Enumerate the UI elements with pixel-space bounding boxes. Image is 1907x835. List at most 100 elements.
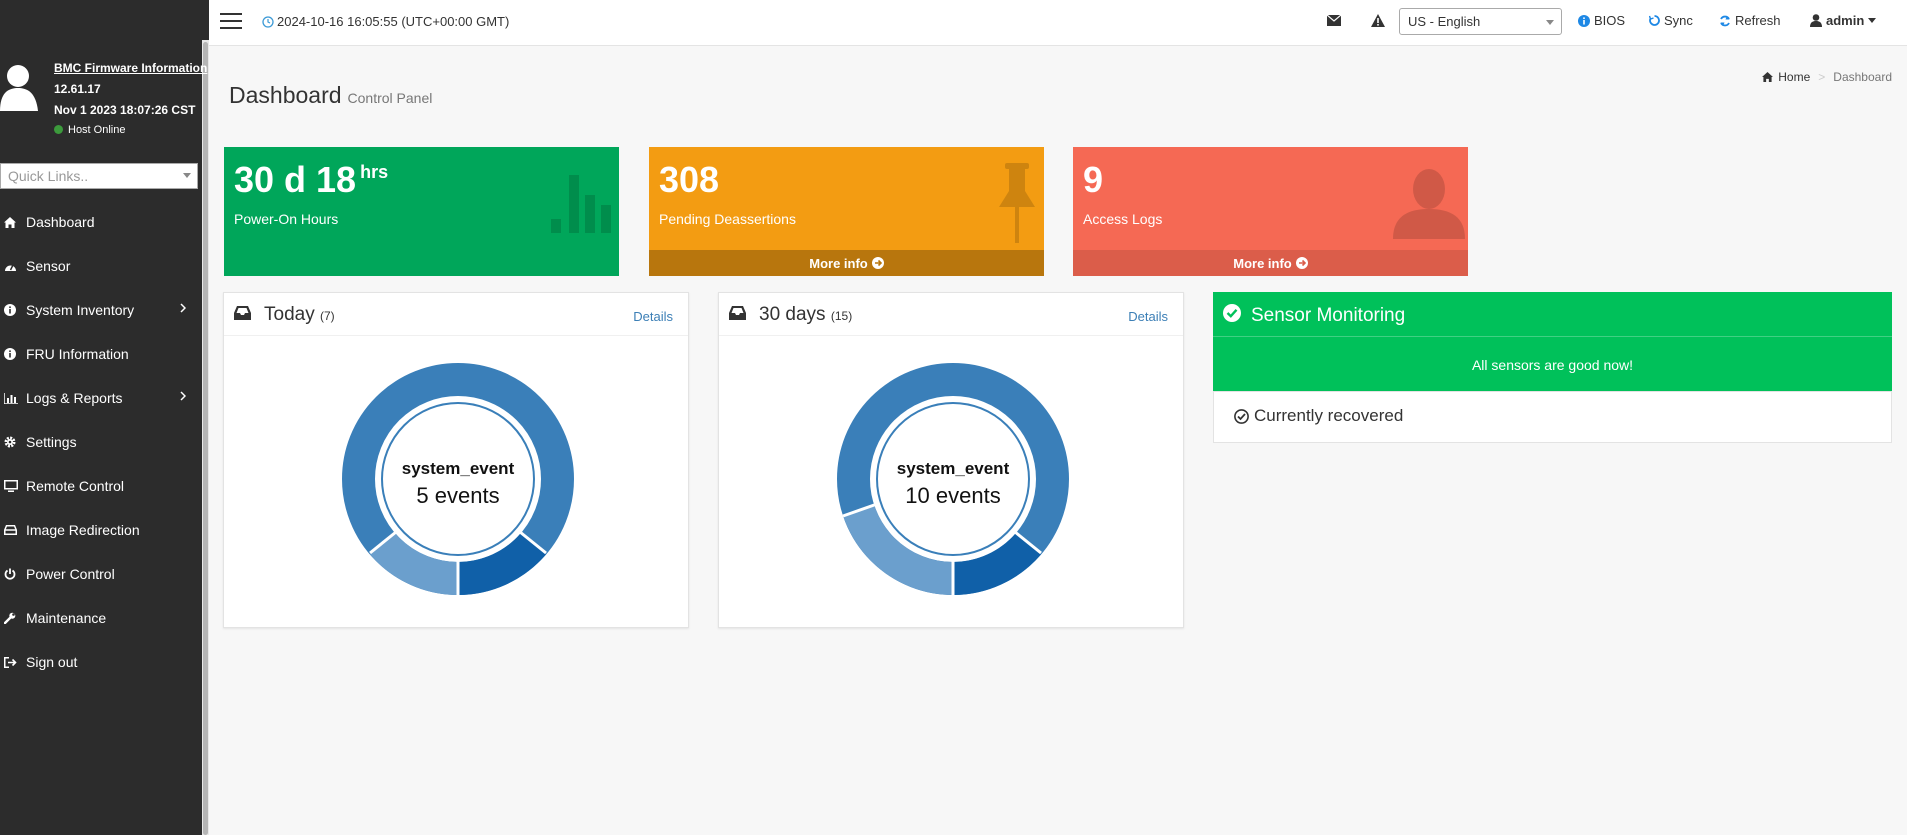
currently-recovered: Currently recovered [1234, 406, 1403, 426]
language-value: US - English [1408, 14, 1481, 29]
firmware-info-link[interactable]: BMC Firmware Information [54, 61, 207, 75]
today-details-link[interactable]: Details [633, 309, 673, 324]
breadcrumb-home-link[interactable]: Home [1778, 70, 1810, 84]
sidebar-item-label: FRU Information [26, 346, 129, 362]
envelope-icon[interactable] [1327, 15, 1341, 26]
bios-button[interactable]: BIOS [1578, 13, 1625, 28]
sidebar-item-settings[interactable]: Settings [0, 420, 200, 464]
pending-deassertions-box: 308 Pending Deassertions More info [649, 147, 1044, 276]
gauge-icon [0, 261, 26, 272]
thirty-days-title-text: 30 days [759, 304, 826, 325]
inbox-icon [234, 306, 251, 320]
sidebar-item-logs-reports[interactable]: Logs & Reports [0, 376, 200, 420]
currently-recovered-text: Currently recovered [1254, 406, 1404, 425]
sidebar-item-label: Sign out [26, 654, 78, 670]
current-datetime: 2024-10-16 16:05:55 (UTC+00:00 GMT) [262, 14, 509, 29]
sync-button[interactable]: Sync [1649, 13, 1693, 28]
sidebar-item-label: Settings [26, 434, 77, 450]
access-logs-value: 9 [1083, 159, 1104, 200]
menu-toggle-icon[interactable] [220, 13, 242, 30]
thirty-days-count: 15 [834, 309, 849, 323]
sidebar-item-power-control[interactable]: Power Control [0, 552, 200, 596]
sidebar-item-system-inventory[interactable]: System Inventory [0, 288, 200, 332]
thirty-days-details-link[interactable]: Details [1128, 309, 1168, 324]
today-title-text: Today [264, 304, 315, 325]
sidebar-item-label: System Inventory [26, 302, 135, 318]
page-title: Dashboard Control Panel [229, 82, 432, 109]
refresh-label: Refresh [1735, 13, 1781, 28]
sensor-monitoring-panel: Sensor Monitoring All sensors are good n… [1213, 292, 1892, 443]
info-circle-icon [0, 348, 26, 360]
gear-icon [0, 436, 26, 448]
warning-icon[interactable] [1371, 14, 1385, 27]
page-subtitle: Control Panel [347, 90, 433, 106]
sidebar-item-label: Logs & Reports [26, 390, 123, 406]
info-icon [1578, 14, 1590, 27]
sidebar-item-sign-out[interactable]: Sign out [0, 640, 200, 684]
firmware-version: 12.61.17 [54, 82, 101, 96]
host-status-label: Host Online [68, 124, 126, 136]
today-count: 7 [323, 309, 331, 323]
user-label: admin [1826, 13, 1865, 28]
sidebar-item-dashboard[interactable]: Dashboard [0, 200, 200, 244]
user-menu[interactable]: admin [1810, 13, 1877, 28]
sidebar-item-label: Power Control [26, 566, 115, 582]
sidebar-item-remote-control[interactable]: Remote Control [0, 464, 200, 508]
sidebar: BMC Firmware Information 12.61.17 Nov 1 … [0, 0, 209, 835]
quick-links-select[interactable]: Quick Links.. [0, 163, 198, 189]
access-logs-box: 9 Access Logs More info [1073, 147, 1468, 276]
sidebar-item-maintenance[interactable]: Maintenance [0, 596, 200, 640]
sidebar-item-sensor[interactable]: Sensor [0, 244, 200, 288]
wrench-icon [0, 612, 26, 624]
power-icon [0, 568, 26, 580]
chevron-right-icon [180, 391, 186, 401]
info-circle-icon [0, 304, 26, 316]
pending-deassertions-value: 308 [659, 159, 720, 200]
refresh-icon [1720, 15, 1730, 26]
thirty-days-panel-header: 30 days (15) Details [719, 293, 1183, 336]
language-select[interactable]: US - English [1399, 8, 1562, 35]
power-on-hours-label: Power-On Hours [234, 211, 339, 227]
breadcrumb: Home > Dashboard [1762, 70, 1892, 84]
today-donut-chart [342, 363, 574, 595]
thirty-days-panel-title: 30 days (15) [759, 304, 853, 325]
breadcrumb-separator: > [1818, 70, 1826, 84]
chevron-right-icon [180, 303, 186, 313]
refresh-button[interactable]: Refresh [1719, 13, 1781, 28]
sign-out-icon [0, 656, 26, 668]
thirty-days-donut-chart [837, 363, 1069, 595]
today-events-panel: Today (7) Details system_event 5 events [223, 292, 689, 628]
more-info-label: More info [1233, 255, 1292, 271]
access-logs-more-info[interactable]: More info [1073, 250, 1468, 276]
thirty-days-donut-name: system_event [896, 459, 1010, 478]
sidebar-scrollbar[interactable] [202, 40, 209, 835]
check-circle-icon [1223, 304, 1241, 322]
bios-label: BIOS [1594, 13, 1626, 28]
monitor-icon [0, 480, 26, 492]
sidebar-item-label: Image Redirection [26, 522, 140, 538]
today-panel-header: Today (7) Details [224, 293, 688, 336]
sidebar-item-image-redirection[interactable]: Image Redirection [0, 508, 200, 552]
power-on-hours-box: 30 d 18 hrs Power-On Hours [224, 147, 619, 276]
sidebar-menu: Dashboard Sensor System Inventory FRU In… [0, 200, 200, 684]
sensor-recovered-box: Currently recovered [1213, 391, 1892, 443]
check-circle-outline-icon [1234, 408, 1249, 424]
today-donut-name: system_event [401, 459, 515, 478]
power-on-hours-unit: hrs [360, 162, 389, 182]
thirty-days-events-panel: 30 days (15) Details system_event 10 eve… [718, 292, 1184, 628]
host-status: Host Online [54, 124, 125, 136]
sidebar-item-fru-information[interactable]: FRU Information [0, 332, 200, 376]
sidebar-item-label: Remote Control [26, 478, 125, 494]
bar-chart-icon [551, 175, 611, 233]
bar-chart-icon [0, 392, 26, 404]
top-header: 2024-10-16 16:05:55 (UTC+00:00 GMT) US -… [209, 0, 1907, 46]
thumbtack-icon [999, 163, 1035, 243]
quick-links-placeholder: Quick Links.. [8, 168, 89, 184]
pending-deassertions-more-info[interactable]: More info [649, 250, 1044, 276]
home-icon [0, 216, 26, 228]
arrow-circle-right-icon [1295, 257, 1308, 269]
pending-deassertions-label: Pending Deassertions [659, 211, 796, 227]
chevron-down-icon [183, 173, 191, 178]
sidebar-item-label: Dashboard [26, 214, 95, 230]
arrow-circle-right-icon [871, 257, 884, 269]
